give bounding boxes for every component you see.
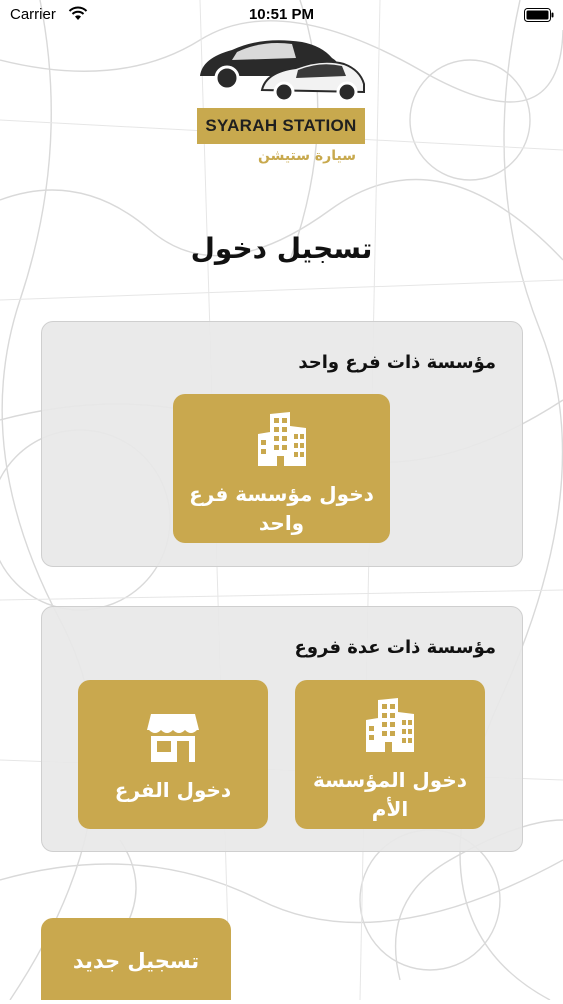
multi-branch-heading: مؤسسة ذات عدة فروع [294,637,496,658]
single-branch-heading: مؤسسة ذات فرع واحد [298,352,496,373]
status-time: 10:51 PM [248,6,315,23]
building-icon [364,698,416,756]
register-button[interactable]: تسجيل جديد [41,918,231,1000]
brand-name-arabic: سيارة ستيشن [258,148,356,164]
parent-organization-login-button[interactable]: دخول المؤسسة الأم [295,680,485,829]
single-branch-login-button[interactable]: دخول مؤسسة فرع واحد [173,394,390,543]
single-branch-card: مؤسسة ذات فرع واحد دخول مؤسسة فرع واحد [41,321,523,567]
status-bar: Carrier 10:51 PM [0,0,563,30]
brand-name: SYARAH STATION [197,108,365,144]
parent-organization-login-label: دخول المؤسسة الأم [313,768,467,821]
storefront-icon [147,714,199,766]
branch-login-button[interactable]: دخول الفرع [78,680,268,829]
building-icon [256,412,308,470]
branch-login-label: دخول الفرع [114,778,232,802]
page-title: تسجيل دخول [190,232,373,265]
cars-logo-icon [200,40,365,103]
battery-icon [524,8,554,26]
app-logo: SYARAH STATION سيارة ستيشن [192,28,372,173]
single-branch-login-label: دخول مؤسسة فرع واحد [189,482,374,535]
multi-branch-card: مؤسسة ذات عدة فروع دخول المؤسسة الأم دخو… [41,606,523,852]
